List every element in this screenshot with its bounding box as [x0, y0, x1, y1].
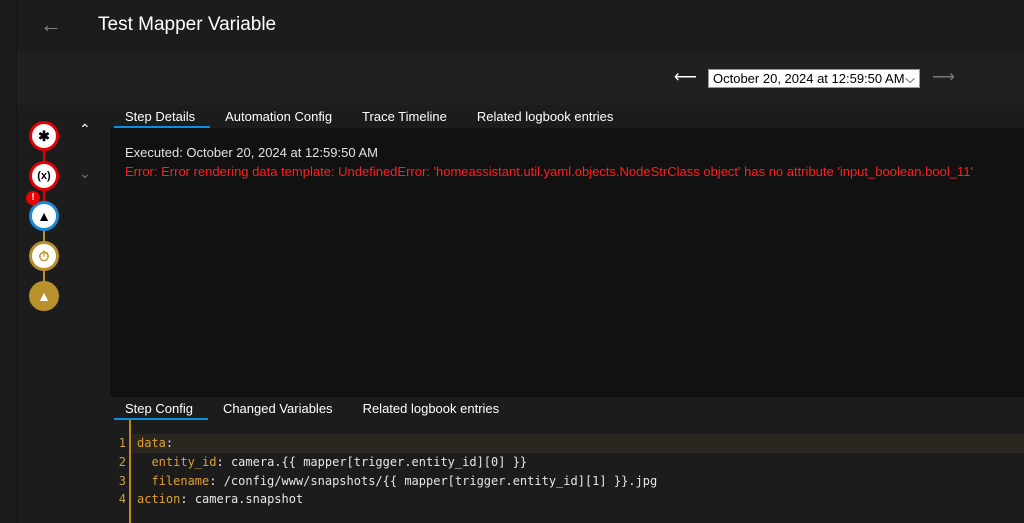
- timer-node-icon[interactable]: ⏱: [29, 241, 59, 271]
- executed-text: Executed: October 20, 2024 at 12:59:50 A…: [125, 145, 378, 160]
- gutter-line: [129, 420, 131, 523]
- trigger-node-asterisk-icon[interactable]: ✱: [29, 121, 59, 151]
- header: ← Test Mapper Variable: [17, 0, 1024, 52]
- top-tabs: Step Details Automation Config Trace Tim…: [110, 105, 1024, 128]
- tab-step-config[interactable]: Step Config: [110, 397, 208, 420]
- active-line-highlight: [132, 434, 1024, 453]
- bottom-tabs: Step Config Changed Variables Related lo…: [110, 397, 1024, 420]
- step-details: Executed: October 20, 2024 at 12:59:50 A…: [125, 145, 973, 179]
- tab-related-logbook-entries[interactable]: Related logbook entries: [348, 397, 515, 420]
- trace-select[interactable]: October 20, 2024 at 12:59:50 AM ⌵: [708, 69, 920, 88]
- service-bell-node-icon[interactable]: ▲: [29, 201, 59, 231]
- next-trace-icon[interactable]: ⟶: [932, 67, 955, 87]
- variables-node-icon[interactable]: (x): [29, 161, 59, 191]
- trace-graph: ✱ (x) ▲ ⏱ ▲ ! ⌃ ⌄: [17, 105, 110, 523]
- tab-changed-variables[interactable]: Changed Variables: [208, 397, 348, 420]
- tab-related-logbook[interactable]: Related logbook entries: [462, 105, 629, 128]
- sidebar: [0, 0, 17, 523]
- chevron-up-icon[interactable]: ⌃: [79, 121, 91, 138]
- previous-trace-icon[interactable]: ⟵: [674, 67, 697, 87]
- chevron-down-icon: ⌵: [905, 70, 915, 86]
- code-editor[interactable]: 1 data: 2 entity_id: camera.{{ mapper[tri…: [110, 420, 1024, 523]
- error-text: Error: Error rendering data template: Un…: [125, 164, 973, 179]
- page-title: Test Mapper Variable: [98, 14, 277, 35]
- error-badge: !: [26, 191, 40, 205]
- service-bell-node-icon[interactable]: ▲: [29, 281, 59, 311]
- back-arrow-icon[interactable]: ←: [40, 14, 64, 38]
- tab-step-details[interactable]: Step Details: [110, 105, 211, 128]
- chevron-down-icon[interactable]: ⌄: [79, 165, 91, 182]
- tab-trace-timeline[interactable]: Trace Timeline: [347, 105, 462, 128]
- tab-automation-config[interactable]: Automation Config: [210, 105, 347, 128]
- trace-select-value: October 20, 2024 at 12:59:50 AM: [713, 71, 905, 86]
